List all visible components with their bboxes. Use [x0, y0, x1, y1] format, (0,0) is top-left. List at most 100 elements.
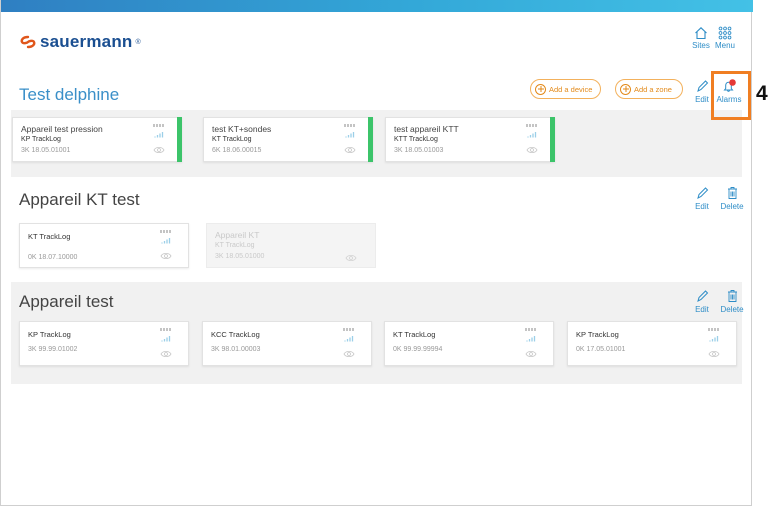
battery-icon: [525, 328, 537, 331]
device-name: KT TrackLog: [28, 232, 71, 241]
signal-icon: [526, 336, 536, 342]
delete-button[interactable]: Delete: [719, 289, 745, 314]
device-name: Appareil test pression: [21, 124, 103, 134]
sauermann-logo[interactable]: sauermann ®: [19, 32, 141, 52]
device-serial: 0K 99.99.99994: [393, 346, 443, 353]
status-indicator: [177, 117, 182, 162]
signal-icon: [709, 336, 719, 342]
device-name: KT TrackLog: [393, 330, 436, 339]
delete-label: Delete: [720, 202, 744, 211]
device-name: KP TrackLog: [28, 330, 71, 339]
pencil-icon: [696, 290, 708, 302]
device-name: test appareil KTT: [394, 124, 459, 134]
device-serial: 0K 17.05.01001: [576, 346, 626, 353]
section-title: Test delphine: [19, 85, 120, 104]
battery-icon: [153, 124, 165, 127]
device-card[interactable]: KP TrackLog 0K 17.05.01001: [567, 321, 737, 366]
device-serial: 3K 98.01.00003: [211, 346, 261, 353]
device-serial: 3K 18.05.01001: [21, 147, 71, 154]
delete-label: Delete: [720, 305, 744, 314]
device-card[interactable]: KCC TrackLog 3K 98.01.00003: [202, 321, 372, 366]
device-serial: 3K 18.05.01003: [394, 147, 444, 154]
plus-circle-icon: [535, 83, 546, 95]
device-model: KT TrackLog: [215, 242, 255, 249]
annotation-number: 4: [756, 82, 768, 105]
device-model: KT TrackLog: [212, 136, 252, 143]
section-header: Appareil KT test Edit Delete: [11, 180, 745, 214]
eye-icon: [344, 146, 356, 154]
eye-icon: [160, 252, 172, 260]
add-device-label: Add a device: [549, 84, 593, 94]
eye-icon: [345, 254, 357, 262]
signal-icon: [344, 336, 354, 342]
trash-icon: [727, 290, 737, 302]
device-card[interactable]: KT TrackLog 0K 99.99.99994: [384, 321, 554, 366]
sites-label: Sites: [692, 41, 710, 50]
add-zone-label: Add a zone: [634, 84, 672, 94]
add-zone-button[interactable]: Add a zone: [615, 79, 683, 99]
edit-button[interactable]: Edit: [689, 289, 715, 314]
pencil-icon: [696, 187, 708, 199]
signal-icon: [161, 238, 171, 244]
device-serial: 0K 18.07.10000: [28, 254, 78, 261]
section-body: KP TrackLog 3K 99.99.01002 KCC TrackLog …: [11, 316, 742, 384]
status-indicator: [550, 117, 555, 162]
menu-label: Menu: [714, 41, 735, 50]
status-indicator: [368, 117, 373, 162]
add-device-button[interactable]: Add a device: [530, 79, 601, 99]
pencil-icon: [696, 80, 708, 92]
menu-button[interactable]: Menu: [712, 26, 738, 56]
section-body: Appareil test pression KP TrackLog 3K 18…: [11, 110, 742, 177]
signal-icon: [527, 132, 537, 138]
plus-circle-icon: [620, 83, 631, 95]
battery-icon: [343, 328, 355, 331]
brand-name: sauermann: [40, 32, 133, 51]
device-card[interactable]: KT TrackLog 0K 18.07.10000: [19, 223, 189, 268]
signal-icon: [345, 132, 355, 138]
section-title: Appareil KT test: [19, 190, 140, 209]
device-name: Appareil KT: [215, 230, 260, 240]
device-model: KP TrackLog: [21, 136, 61, 143]
device-card[interactable]: KP TrackLog 3K 99.99.01002: [19, 321, 189, 366]
home-icon: [695, 27, 707, 40]
section-header: Appareil test Edit Delete: [11, 282, 745, 316]
battery-icon: [526, 124, 538, 127]
brand-reg: ®: [135, 38, 141, 46]
section-header: Test delphine Add a device Add a zone Ed…: [11, 76, 742, 110]
device-card[interactable]: test appareil KTT KTT TrackLog 3K 18.05.…: [385, 117, 555, 162]
edit-label: Edit: [695, 95, 709, 104]
section-title: Appareil test: [19, 292, 114, 311]
battery-icon: [344, 124, 356, 127]
device-card[interactable]: test KT+sondes KT TrackLog 6K 18.06.0001…: [203, 117, 373, 162]
device-serial: 3K 99.99.01002: [28, 346, 78, 353]
signal-icon: [154, 132, 164, 138]
section-body: KT TrackLog 0K 18.07.10000 Appareil KT K…: [11, 214, 742, 276]
sites-button[interactable]: Sites: [688, 26, 714, 56]
grid-menu-icon: [718, 26, 732, 40]
top-accent-bar: [1, 0, 753, 12]
device-card[interactable]: Appareil test pression KP TrackLog 3K 18…: [12, 117, 182, 162]
eye-icon: [153, 146, 165, 154]
device-serial: 3K 18.05.01000: [215, 253, 265, 260]
battery-icon: [160, 230, 172, 233]
device-serial: 6K 18.06.00015: [212, 147, 262, 154]
battery-icon: [160, 328, 172, 331]
trash-icon: [727, 187, 737, 199]
eye-icon: [160, 350, 172, 358]
app-window: sauermann ® Sites Menu Test delphine Add …: [0, 0, 753, 506]
eye-icon: [708, 350, 720, 358]
eye-icon: [525, 350, 537, 358]
edit-label: Edit: [695, 202, 709, 211]
device-model: KTT TrackLog: [394, 136, 438, 143]
device-name: KP TrackLog: [576, 330, 619, 339]
alarms-highlight-box: [711, 71, 751, 120]
eye-icon: [343, 350, 355, 358]
signal-icon: [161, 336, 171, 342]
delete-button[interactable]: Delete: [719, 186, 745, 211]
device-name: test KT+sondes: [212, 124, 272, 134]
edit-button[interactable]: Edit: [689, 186, 715, 211]
device-card-disabled[interactable]: Appareil KT KT TrackLog 3K 18.05.01000: [206, 223, 376, 268]
device-name: KCC TrackLog: [211, 330, 260, 339]
battery-icon: [708, 328, 720, 331]
eye-icon: [526, 146, 538, 154]
